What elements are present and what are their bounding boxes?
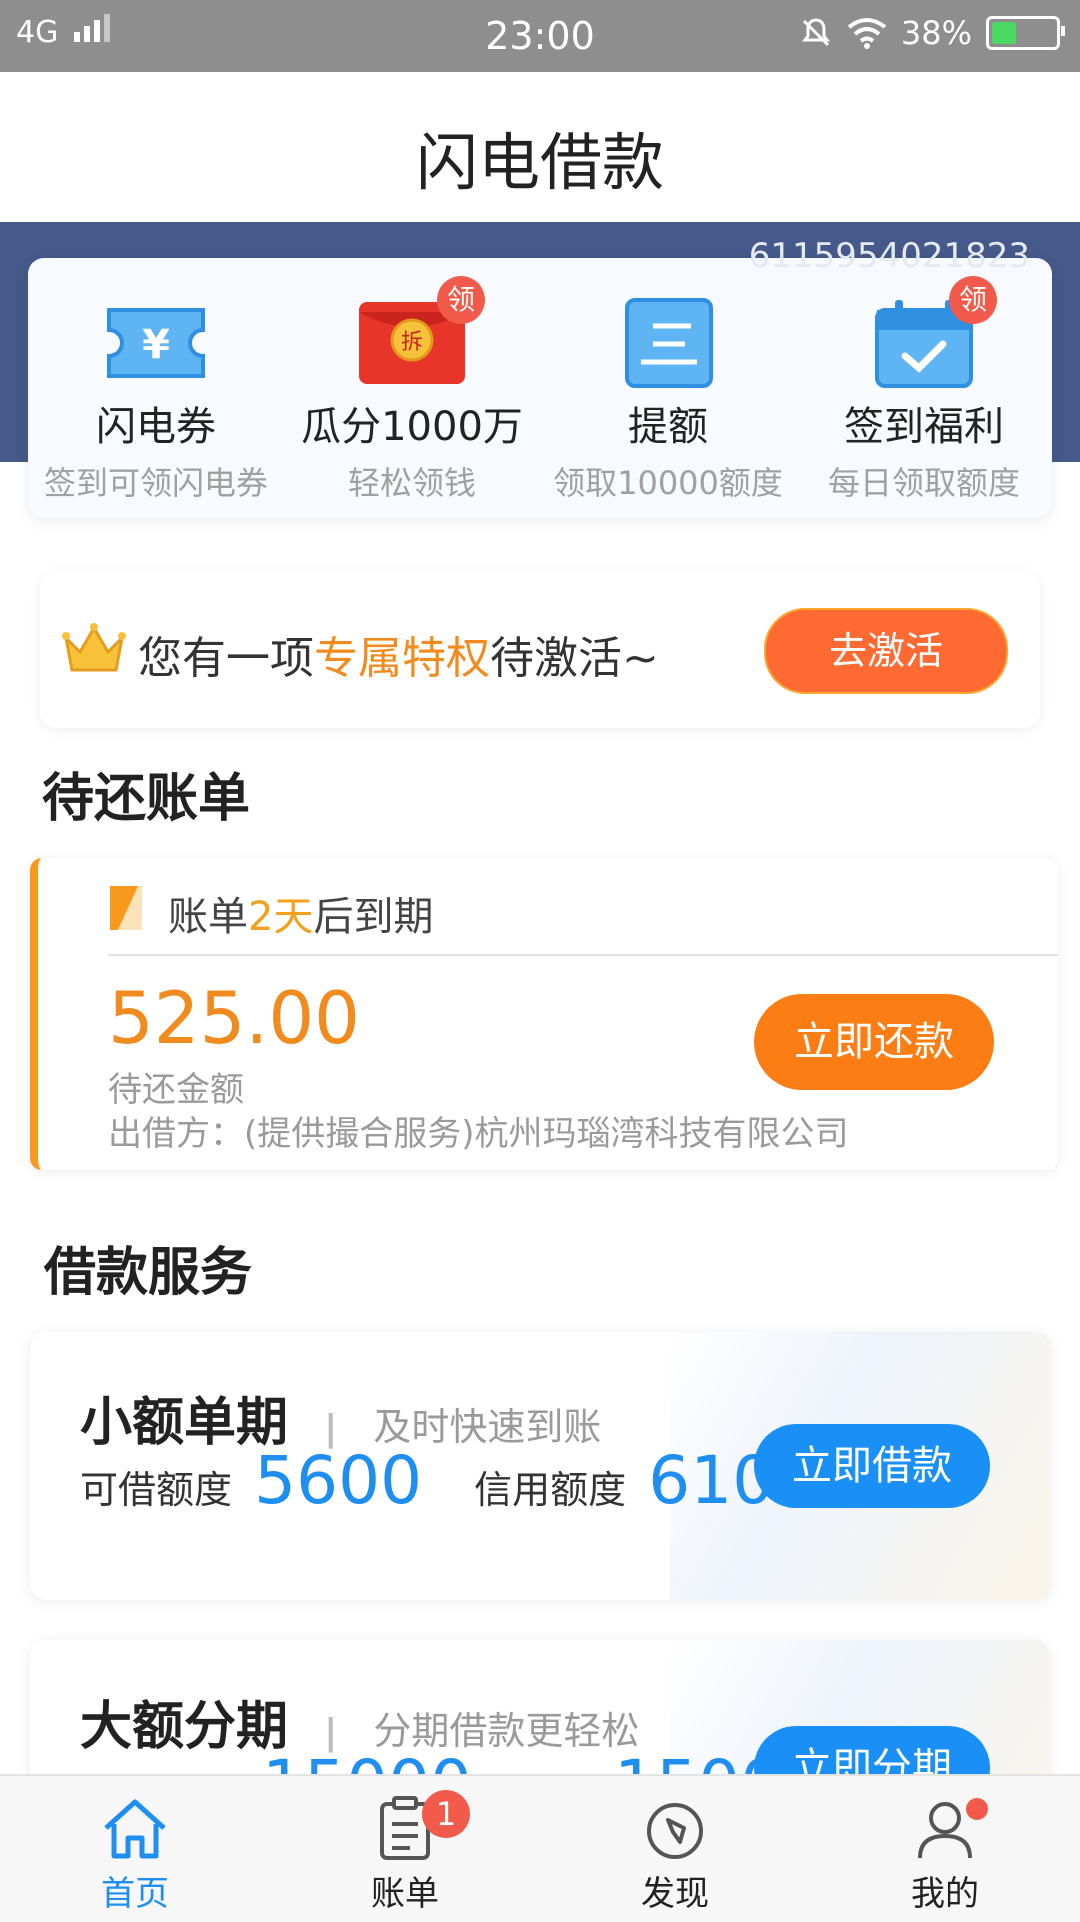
notification-badge: 1 <box>422 1790 470 1838</box>
bill-amount-label: 待还金额 <box>108 1070 244 1110</box>
home-icon <box>100 1794 170 1864</box>
tab-label: 账单 <box>371 1874 439 1914</box>
feature-envelope[interactable]: 拆 领 瓜分1000万 轻松领钱 <box>284 276 540 504</box>
feature-name: 闪电券 <box>96 404 216 450</box>
tab-label: 发现 <box>641 1874 709 1914</box>
privilege-text-after: 待激活~ <box>490 633 659 684</box>
due-days: 2天 <box>248 894 314 940</box>
document-icon <box>613 298 723 388</box>
privilege-highlight: 专属特权 <box>314 633 490 684</box>
borrow-now-button[interactable]: 立即借款 <box>754 1424 990 1508</box>
feature-raise-limit[interactable]: 提额 领取10000额度 <box>540 298 796 504</box>
mute-bell-icon <box>801 18 830 47</box>
due-prefix: 账单 <box>168 894 248 940</box>
status-bar: 4G 23:00 38% <box>0 0 1080 72</box>
lender-info: 出借方：(提供撮合服务)杭州玛瑙湾科技有限公司 <box>108 1114 849 1154</box>
tab-home[interactable]: 首页 <box>0 1776 270 1922</box>
privilege-text-before: 您有一项 <box>138 633 314 684</box>
calendar-check-icon: 领 <box>869 276 997 388</box>
bill-amount: 525.00 <box>108 976 360 1060</box>
notification-dot <box>966 1798 988 1820</box>
credit-label: 信用额度 <box>474 1468 627 1512</box>
section-title-loan-services: 借款服务 <box>44 1243 253 1303</box>
claim-badge: 领 <box>949 276 997 324</box>
due-notice: 账单2天后到期 <box>168 884 433 942</box>
feature-sub: 签到可领闪电券 <box>43 464 268 502</box>
page-title: 闪电借款 <box>415 126 664 199</box>
feature-card: ¥ 闪电券 签到可领闪电券 拆 领 瓜分1000万 轻松领钱 提额 领取1000… <box>28 258 1052 518</box>
divider <box>108 954 1058 956</box>
feature-checkin[interactable]: 领 签到福利 每日领取额度 <box>796 276 1052 504</box>
tab-label: 我的 <box>911 1874 979 1914</box>
bookmark-icon <box>110 886 142 930</box>
privilege-banner[interactable]: 您有一项专属特权待激活~ 去激活 <box>40 572 1040 728</box>
available-label: 可借额度 <box>80 1468 233 1512</box>
ticket-icon: ¥ <box>101 298 211 388</box>
watermark-id: 6115954021823 <box>748 236 1030 276</box>
bill-list-icon: 1 <box>370 1790 470 1864</box>
feature-name: 瓜分1000万 <box>301 404 523 450</box>
bill-card[interactable]: 账单2天后到期 525.00 待还金额 出借方：(提供撮合服务)杭州玛瑙湾科技有… <box>30 858 1058 1170</box>
repay-now-button[interactable]: 立即还款 <box>754 994 994 1090</box>
feature-coupon[interactable]: ¥ 闪电券 签到可领闪电券 <box>28 298 284 504</box>
wifi-icon <box>847 18 887 49</box>
battery-icon <box>986 16 1065 50</box>
crown-icon <box>62 623 126 672</box>
red-envelope-icon: 拆 领 <box>357 276 485 388</box>
app-header: 闪电借款 <box>0 72 1080 222</box>
bottom-tab-bar: 首页 1 账单 发现 我的 <box>0 1774 1080 1922</box>
feature-sub: 领取10000额度 <box>553 464 783 502</box>
privilege-text: 您有一项专属特权待激活~ <box>138 622 659 686</box>
battery-fill <box>992 22 1016 44</box>
tab-mine[interactable]: 我的 <box>810 1776 1080 1922</box>
feature-sub: 轻松领钱 <box>347 464 476 502</box>
tab-discover[interactable]: 发现 <box>540 1776 810 1922</box>
tab-label: 首页 <box>101 1874 169 1914</box>
tab-bills[interactable]: 1 账单 <box>270 1776 540 1922</box>
envelope-text: 拆 <box>401 330 423 355</box>
due-suffix: 后到期 <box>313 894 434 940</box>
section-title-pending-bills: 待还账单 <box>42 769 251 829</box>
loan-limits: 可借额度 5600 信用额度 6100 <box>80 1442 816 1519</box>
user-icon <box>910 1794 988 1864</box>
feature-name: 签到福利 <box>844 404 1004 450</box>
compass-icon <box>640 1794 710 1864</box>
claim-badge: 领 <box>437 276 485 324</box>
battery-percent: 38% <box>900 14 972 52</box>
available-value: 5600 <box>254 1442 423 1519</box>
feature-name: 提额 <box>628 404 708 450</box>
activate-button[interactable]: 去激活 <box>764 608 1008 694</box>
feature-sub: 每日领取额度 <box>827 464 1020 502</box>
svg-text:¥: ¥ <box>142 322 170 368</box>
loan-product-card[interactable]: 小额单期 | 及时快速到账 可借额度 5600 信用额度 6100 立即借款 <box>30 1332 1050 1600</box>
status-right: 38% <box>799 14 1065 52</box>
